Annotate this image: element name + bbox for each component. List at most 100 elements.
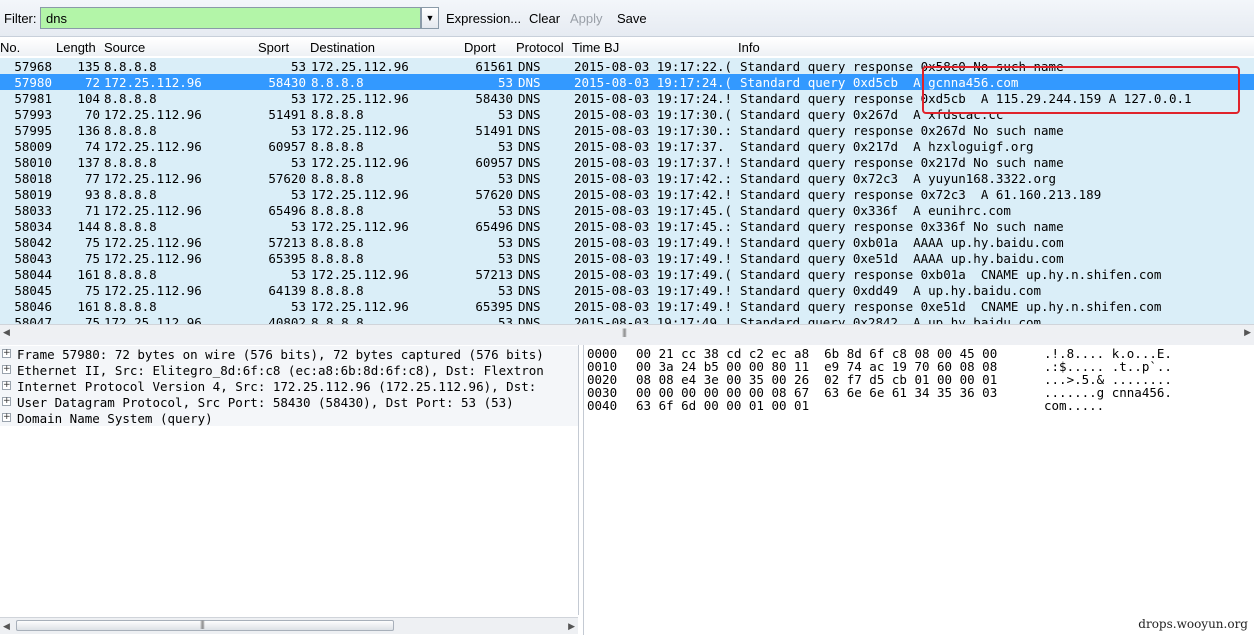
packet-row[interactable]: 57981 104 8.8.8.8 53 172.25.112.96 58430 DNS 20…: [0, 90, 1254, 106]
packet-length: 70: [84, 107, 100, 122]
packet-row[interactable]: 57995 136 8.8.8.8 53 172.25.112.96 51491 DNS 20…: [0, 122, 1254, 138]
packet-no: 58034: [14, 219, 52, 234]
scroll-right-icon[interactable]: ▶: [1244, 325, 1251, 339]
details-scrollbar[interactable]: ◀ ||| ▶: [0, 617, 578, 634]
packet-sport: 53: [290, 187, 306, 202]
packet-dport: 51491: [475, 123, 513, 138]
packet-time: 2015-08-03 19:17:24.!: [574, 91, 733, 106]
hex-row[interactable]: 0040 63 6f 6d 00 00 01 00 01 com.....: [584, 398, 1254, 413]
packet-protocol: DNS: [518, 59, 541, 74]
scroll-thumb[interactable]: [16, 620, 394, 631]
packet-sport: 53: [290, 91, 306, 106]
packet-list[interactable]: 57968 135 8.8.8.8 53 172.25.112.96 61561 DNS 20…: [0, 56, 1254, 324]
column-header-source[interactable]: Source: [104, 40, 145, 55]
clear-button[interactable]: Clear: [529, 11, 560, 26]
packet-time: 2015-08-03 19:17:49.!: [574, 299, 733, 314]
detail-tree-item[interactable]: + User Datagram Protocol, Src Port: 58430…: [0, 394, 578, 410]
packet-no: 58044: [14, 267, 52, 282]
packet-source: 8.8.8.8: [104, 123, 157, 138]
packet-dport: 65395: [475, 299, 513, 314]
scroll-left-icon[interactable]: ◀: [3, 325, 10, 339]
hex-row[interactable]: 0000 00 21 cc 38 cd c2 ec a8 6b 8d 6f c8 …: [584, 346, 1254, 361]
packet-source: 8.8.8.8: [104, 267, 157, 282]
packet-sport: 40802: [268, 315, 306, 324]
packet-no: 57968: [14, 59, 52, 74]
expand-icon[interactable]: +: [2, 413, 11, 422]
scroll-grip-icon[interactable]: |||: [622, 326, 627, 338]
packet-destination: 8.8.8.8: [311, 203, 364, 218]
filter-history-dropdown[interactable]: ▼: [421, 7, 439, 29]
packet-row[interactable]: 58047 75 172.25.112.96 40802 8.8.8.8 53 DNS 201…: [0, 314, 1254, 324]
filter-input[interactable]: [40, 7, 421, 29]
apply-button[interactable]: Apply: [570, 11, 603, 26]
watermark: drops.wooyun.org: [1138, 617, 1248, 631]
column-header-protocol[interactable]: Protocol: [516, 40, 564, 55]
packet-row[interactable]: 58043 75 172.25.112.96 65395 8.8.8.8 53 DNS 201…: [0, 250, 1254, 266]
save-button[interactable]: Save: [617, 11, 647, 26]
packet-info: Standard query response 0x267d No such n…: [740, 123, 1064, 138]
column-header-no[interactable]: No.: [0, 40, 20, 55]
detail-tree-item[interactable]: + Internet Protocol Version 4, Src: 172.2…: [0, 378, 578, 394]
packet-row[interactable]: 58010 137 8.8.8.8 53 172.25.112.96 60957 DNS 20…: [0, 154, 1254, 170]
expand-icon[interactable]: +: [2, 365, 11, 374]
packet-protocol: DNS: [518, 155, 541, 170]
expand-icon[interactable]: +: [2, 397, 11, 406]
packet-row[interactable]: 58033 71 172.25.112.96 65496 8.8.8.8 53 DNS 201…: [0, 202, 1254, 218]
packet-row[interactable]: 58042 75 172.25.112.96 57213 8.8.8.8 53 DNS 201…: [0, 234, 1254, 250]
filter-toolbar: Filter: ▼ Expression... Clear Apply Save: [0, 0, 1254, 37]
packet-row[interactable]: 58009 74 172.25.112.96 60957 8.8.8.8 53 DNS 201…: [0, 138, 1254, 154]
packet-length: 75: [84, 283, 100, 298]
detail-tree-label: Frame 57980: 72 bytes on wire (576 bits)…: [17, 347, 544, 362]
expand-icon[interactable]: +: [2, 381, 11, 390]
packet-destination: 8.8.8.8: [311, 139, 364, 154]
filter-label: Filter:: [4, 11, 37, 26]
scroll-right-icon[interactable]: ▶: [568, 619, 575, 633]
packet-dport: 53: [497, 315, 513, 324]
detail-tree-item[interactable]: + Domain Name System (query): [0, 410, 578, 426]
column-header-sport[interactable]: Sport: [258, 40, 289, 55]
packet-row[interactable]: 58018 77 172.25.112.96 57620 8.8.8.8 53 DNS 201…: [0, 170, 1254, 186]
hex-row[interactable]: 0010 00 3a 24 b5 00 00 80 11 e9 74 ac 19 …: [584, 359, 1254, 374]
packet-time: 2015-08-03 19:17:49.!: [574, 315, 733, 324]
packet-details-pane[interactable]: + Frame 57980: 72 bytes on wire (576 bits…: [0, 345, 579, 615]
packet-row[interactable]: 58044 161 8.8.8.8 53 172.25.112.96 57213 DNS 20…: [0, 266, 1254, 282]
packet-row[interactable]: 57968 135 8.8.8.8 53 172.25.112.96 61561 DNS 20…: [0, 58, 1254, 74]
packet-protocol: DNS: [518, 75, 541, 90]
packet-row[interactable]: 58046 161 8.8.8.8 53 172.25.112.96 65395 DNS 20…: [0, 298, 1254, 314]
packet-row[interactable]: 57980 72 172.25.112.96 58430 8.8.8.8 53 DNS 201…: [0, 74, 1254, 90]
hex-row[interactable]: 0020 08 08 e4 3e 00 35 00 26 02 f7 d5 cb …: [584, 372, 1254, 387]
packet-info: Standard query 0x2842 A up.hy.baidu.com: [740, 315, 1042, 324]
packet-sport: 53: [290, 123, 306, 138]
column-header-dport[interactable]: Dport: [464, 40, 496, 55]
column-header-destination[interactable]: Destination: [310, 40, 375, 55]
packet-no: 58019: [14, 187, 52, 202]
packet-sport: 51491: [268, 107, 306, 122]
packet-row[interactable]: 58045 75 172.25.112.96 64139 8.8.8.8 53 DNS 201…: [0, 282, 1254, 298]
packet-protocol: DNS: [518, 315, 541, 324]
scroll-grip-icon[interactable]: |||: [200, 619, 205, 629]
packet-sport: 53: [290, 267, 306, 282]
packet-length: 75: [84, 251, 100, 266]
packet-row[interactable]: 57993 70 172.25.112.96 51491 8.8.8.8 53 DNS 201…: [0, 106, 1254, 122]
packet-dport: 57213: [475, 267, 513, 282]
packet-time: 2015-08-03 19:17:37.: [574, 139, 725, 154]
packet-row[interactable]: 58034 144 8.8.8.8 53 172.25.112.96 65496 DNS 20…: [0, 218, 1254, 234]
expand-icon[interactable]: +: [2, 349, 11, 358]
detail-tree-item[interactable]: + Frame 57980: 72 bytes on wire (576 bits…: [0, 346, 578, 362]
packet-sport: 53: [290, 59, 306, 74]
packet-destination: 8.8.8.8: [311, 75, 364, 90]
column-header-length[interactable]: Length: [56, 40, 96, 55]
hex-row[interactable]: 0030 00 00 00 00 00 00 08 67 63 6e 6e 61 …: [584, 385, 1254, 400]
packet-bytes-pane[interactable]: 0000 00 21 cc 38 cd c2 ec a8 6b 8d 6f c8 …: [583, 345, 1254, 635]
expression-button[interactable]: Expression...: [446, 11, 521, 26]
column-header-info[interactable]: Info: [738, 40, 760, 55]
packet-source: 172.25.112.96: [104, 107, 202, 122]
column-header-time[interactable]: Time BJ: [572, 40, 619, 55]
scroll-left-icon[interactable]: ◀: [3, 619, 10, 633]
packet-list-scrollbar[interactable]: ◀ ||| ▶: [0, 324, 1254, 340]
packet-row[interactable]: 58019 93 8.8.8.8 53 172.25.112.96 57620 DNS 201…: [0, 186, 1254, 202]
detail-tree-item[interactable]: + Ethernet II, Src: Elitegro_8d:6f:c8 (ec…: [0, 362, 578, 378]
detail-tree-label: Ethernet II, Src: Elitegro_8d:6f:c8 (ec:…: [17, 363, 544, 378]
packet-dport: 60957: [475, 155, 513, 170]
packet-length: 74: [84, 139, 100, 154]
